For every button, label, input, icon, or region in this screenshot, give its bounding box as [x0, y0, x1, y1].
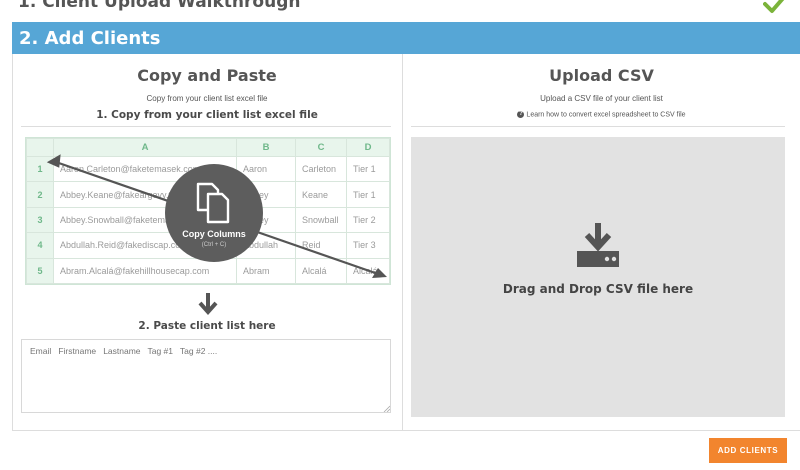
- csv-help-link-text[interactable]: Learn how to convert excel spreadsheet t…: [526, 111, 685, 118]
- csv-help-link[interactable]: ? Learn how to convert excel spreadsheet …: [403, 111, 800, 118]
- help-icon: ?: [517, 111, 525, 118]
- down-arrow-icon: [198, 293, 218, 315]
- upload-csv-subtitle: Upload a CSV file of your client list: [540, 94, 663, 103]
- copy-columns-label: Copy Columns: [182, 229, 246, 239]
- copy-paste-title: Copy and Paste: [137, 66, 277, 85]
- paste-step-label: 2. Paste client list here: [138, 320, 276, 332]
- download-drive-icon: [577, 223, 619, 267]
- copy-step-label: 1. Copy from your client list excel file: [96, 109, 318, 121]
- step1-header[interactable]: 1. Client Upload Walkthrough: [0, 0, 800, 22]
- copy-columns-hint: (Ctrl + C): [201, 242, 227, 248]
- add-clients-button[interactable]: ADD CLIENTS: [709, 438, 787, 463]
- csv-dropzone[interactable]: Drag and Drop CSV file here: [411, 137, 785, 417]
- copy-divider: [21, 126, 391, 127]
- footer-divider: [12, 430, 800, 431]
- upload-csv-title: Upload CSV: [549, 66, 654, 85]
- step2-header[interactable]: 2. Add Clients: [12, 22, 800, 54]
- dropzone-label: Drag and Drop CSV file here: [502, 282, 694, 296]
- copy-icon: [196, 182, 230, 224]
- upload-divider: [411, 126, 785, 127]
- resize-grip-icon[interactable]: [383, 405, 390, 412]
- step1-title: 1. Client Upload Walkthrough: [18, 0, 301, 12]
- check-icon: [763, 0, 785, 13]
- copy-columns-badge: Copy Columns (Ctrl + C): [165, 164, 263, 262]
- paste-client-list-textarea[interactable]: [21, 339, 391, 413]
- step2-title: 2. Add Clients: [19, 28, 161, 49]
- copy-paste-subtitle: Copy from your client list excel file: [146, 94, 268, 103]
